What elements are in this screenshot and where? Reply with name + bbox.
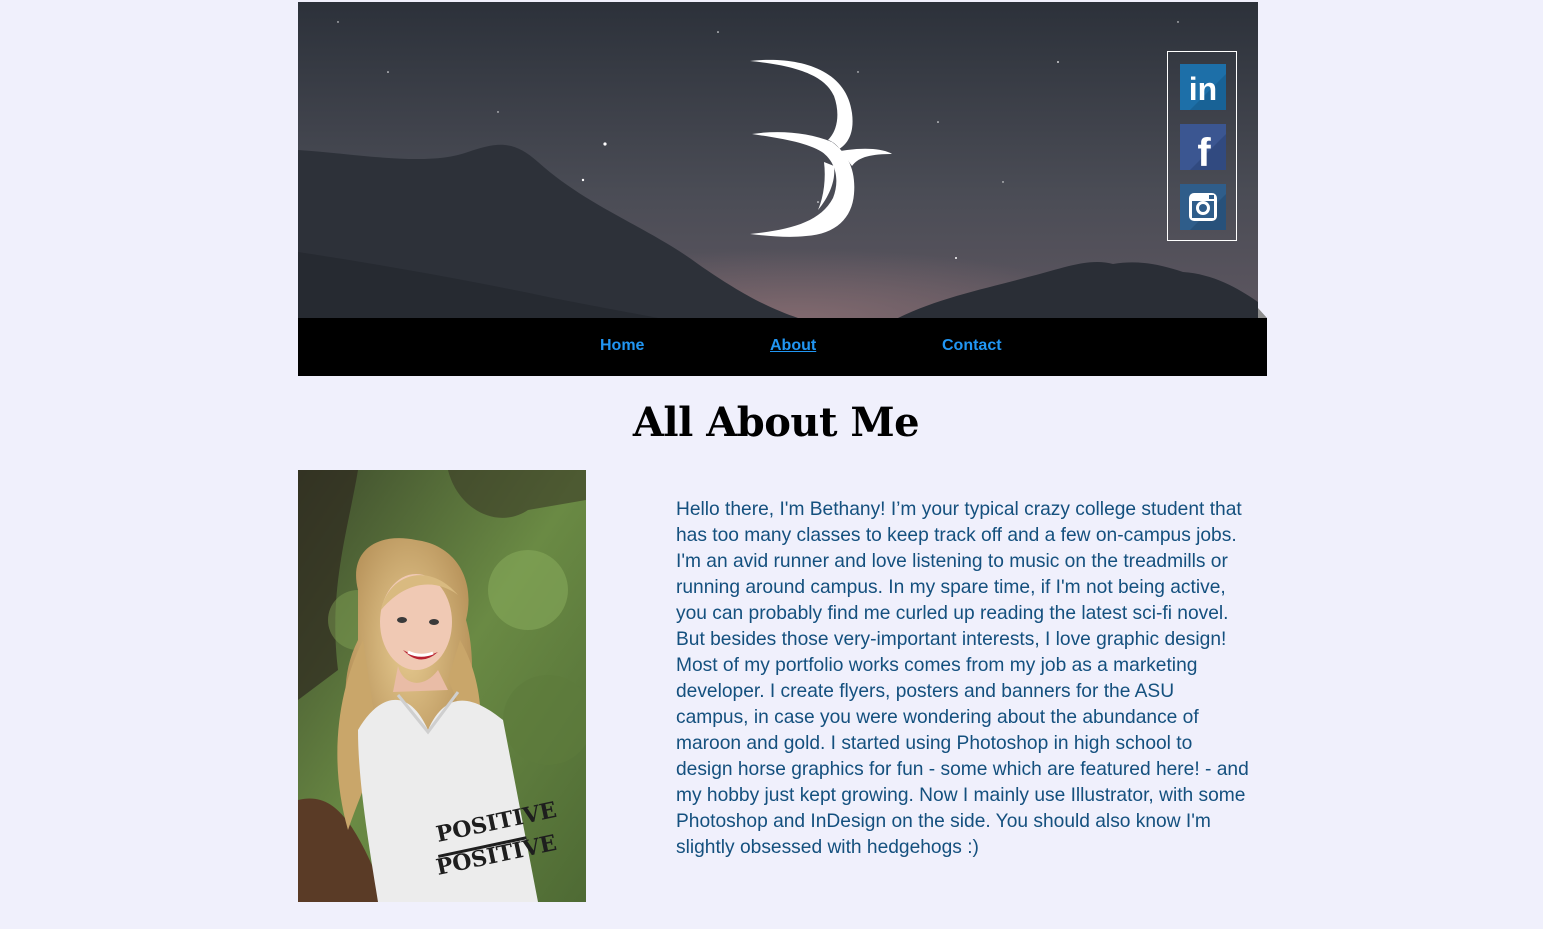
- svg-text:in: in: [1189, 71, 1217, 107]
- portrait-image: POSITIVE POSITIVE: [298, 470, 586, 902]
- linkedin-link[interactable]: in: [1180, 64, 1226, 110]
- facebook-link[interactable]: f: [1180, 124, 1226, 170]
- social-links-panel: in f: [1167, 51, 1237, 241]
- svg-text:f: f: [1197, 131, 1211, 170]
- linkedin-icon: in: [1180, 64, 1226, 110]
- facebook-icon: f: [1180, 124, 1226, 170]
- nav-contact[interactable]: Contact: [942, 337, 1002, 355]
- page-title: All About Me: [632, 399, 920, 446]
- header-banner: in f: [298, 2, 1258, 318]
- nav-about[interactable]: About: [770, 337, 816, 355]
- banner-corner-fold: [1258, 308, 1267, 318]
- bio-paragraph: Hello there, I'm Bethany! I’m your typic…: [676, 499, 1249, 858]
- main-navigation: Home About Contact: [298, 318, 1267, 376]
- profile-photo: POSITIVE POSITIVE: [298, 470, 586, 902]
- instagram-link[interactable]: [1180, 184, 1226, 230]
- nav-home[interactable]: Home: [600, 337, 644, 355]
- script-letter-b-logo: [750, 59, 892, 237]
- instagram-icon: [1180, 184, 1226, 230]
